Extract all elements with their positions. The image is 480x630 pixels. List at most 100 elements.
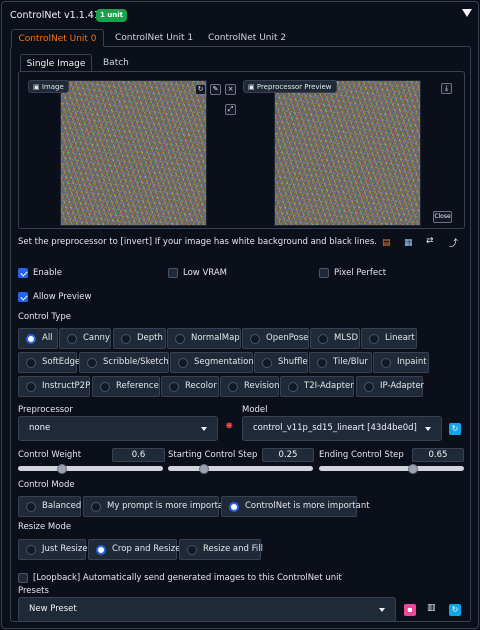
control-type-lineart[interactable]: Lineart: [361, 328, 417, 349]
radio-dot: [381, 358, 391, 368]
radio-label: Canny: [83, 333, 110, 343]
allow-preview-label: Allow Preview: [33, 292, 92, 302]
presets-value: New Preset: [29, 604, 77, 614]
control-type-openpose[interactable]: OpenPose: [242, 328, 309, 349]
control-type-revision[interactable]: Revision: [220, 376, 280, 397]
enable-label: Enable: [33, 268, 62, 278]
control-type-scribble[interactable]: Scribble/Sketch: [79, 352, 169, 373]
refresh-models-icon[interactable]: ↻: [449, 423, 461, 435]
control-type-inpaint[interactable]: Inpaint: [373, 352, 429, 373]
delete-preset-icon[interactable]: ▥: [427, 603, 436, 613]
preprocessor-select[interactable]: none: [18, 416, 218, 441]
control-type-recolor[interactable]: Recolor: [161, 376, 219, 397]
resize-mode-fill[interactable]: Resize and Fill: [179, 539, 263, 560]
tab-unit-1[interactable]: ControlNet Unit 1: [115, 29, 193, 47]
collapse-caret-icon[interactable]: [462, 9, 472, 17]
tab-unit-2[interactable]: ControlNet Unit 2: [208, 29, 286, 47]
radio-dot: [87, 358, 97, 368]
unit-count-badge: 1 unit: [96, 9, 127, 22]
control-type-mlsd[interactable]: MLSD: [310, 328, 360, 349]
loopback-label: [Loopback] Automatically send generated …: [33, 573, 342, 583]
run-preprocessor-icon[interactable]: ✸: [225, 421, 233, 432]
model-select[interactable]: control_v11p_sd15_lineart [43d4be0d]: [242, 416, 442, 441]
control-weight-slider[interactable]: [18, 466, 163, 471]
radio-label: OpenPose: [266, 333, 309, 343]
input-image[interactable]: [60, 80, 207, 226]
radio-label: Shuffle: [278, 357, 308, 367]
start-step-label: Starting Control Step: [168, 450, 258, 460]
control-mode-controlnet[interactable]: ControlNet is more important: [221, 496, 370, 517]
image-icon: ▣: [33, 83, 42, 91]
radio-dot: [318, 334, 328, 344]
control-type-instructp2p[interactable]: InstructP2P: [18, 376, 90, 397]
start-step-input[interactable]: 0.25: [262, 448, 314, 462]
control-weight-input[interactable]: 0.6: [112, 448, 165, 462]
brush-icon[interactable]: ✎: [210, 84, 221, 95]
tab-batch[interactable]: Batch: [103, 54, 129, 72]
end-step-slider[interactable]: [319, 466, 464, 471]
swap-icon[interactable]: ⤢: [225, 104, 236, 115]
preprocessor-preview-image: [274, 80, 421, 226]
download-icon[interactable]: ⤓: [441, 83, 452, 94]
control-type-all[interactable]: All: [18, 328, 58, 349]
enable-checkbox[interactable]: [18, 268, 28, 278]
preview-image-icon: ▣: [248, 83, 257, 91]
control-type-softedge[interactable]: SoftEdge: [18, 352, 80, 373]
control-type-shuffle[interactable]: Shuffle: [254, 352, 308, 373]
resize-mode-crop[interactable]: Crop and Resize: [88, 539, 181, 560]
camera-icon[interactable]: ▦: [404, 238, 413, 248]
radio-dot: [250, 334, 260, 344]
close-preview-button[interactable]: Close: [433, 211, 452, 223]
control-type-tile-blur[interactable]: Tile/Blur: [309, 352, 372, 373]
radio-dot: [178, 358, 188, 368]
loopback-checkbox[interactable]: [18, 573, 28, 583]
tab-unit-0[interactable]: ControlNet Unit 0: [11, 29, 104, 47]
radio-dot: [26, 334, 36, 344]
control-type-depth[interactable]: Depth: [113, 328, 166, 349]
radio-dot: [369, 334, 379, 344]
image-label: ▣ Image: [28, 80, 69, 93]
control-mode-prompt[interactable]: My prompt is more important: [83, 496, 232, 517]
preprocessor-value: none: [29, 423, 51, 433]
control-mode-label: Control Mode: [18, 480, 75, 490]
refresh-presets-icon[interactable]: ↻: [449, 604, 461, 616]
radio-dot: [26, 382, 36, 392]
radio-label: Tile/Blur: [333, 357, 368, 367]
chevron-down-icon: [379, 608, 385, 612]
preprocessor-label: Preprocessor: [18, 405, 73, 415]
radio-label: Recolor: [185, 381, 217, 391]
pixel-perfect-checkbox[interactable]: [319, 268, 329, 278]
control-weight-thumb[interactable]: [56, 464, 67, 474]
swap-dims-icon[interactable]: ⇄: [426, 236, 434, 246]
control-type-canny[interactable]: Canny: [59, 328, 111, 349]
radio-label: NormalMap: [191, 333, 240, 343]
invert-hint: Set the preprocessor to [invert] If your…: [18, 237, 377, 247]
control-type-ip-adapter[interactable]: IP-Adapter: [356, 376, 424, 397]
save-preset-icon[interactable]: ▪: [404, 604, 416, 616]
tab-single-image[interactable]: Single Image: [20, 54, 92, 72]
allow-preview-checkbox[interactable]: [18, 292, 28, 302]
start-step-slider[interactable]: [168, 466, 313, 471]
radio-label: Crop and Resize: [112, 544, 181, 554]
clear-icon[interactable]: ×: [225, 84, 236, 95]
radio-dot: [169, 382, 179, 392]
control-type-segmentation[interactable]: Segmentation: [170, 352, 254, 373]
radio-label: MLSD: [334, 333, 359, 343]
radio-dot: [229, 502, 239, 512]
document-icon[interactable]: ▤: [382, 238, 391, 248]
end-step-input[interactable]: 0.65: [412, 448, 464, 462]
radio-dot: [121, 334, 131, 344]
control-mode-balanced[interactable]: Balanced: [18, 496, 81, 517]
panel-title: ControlNet v1.1.410: [10, 10, 106, 21]
control-type-reference[interactable]: Reference: [92, 376, 160, 397]
control-type-normalmap[interactable]: NormalMap: [167, 328, 241, 349]
control-type-t2i-adapter[interactable]: T2I-Adapter: [280, 376, 354, 397]
rotate-icon[interactable]: ↻: [195, 84, 206, 95]
radio-label: Scribble/Sketch: [103, 357, 169, 367]
radio-dot: [317, 358, 327, 368]
radio-label: Resize and Fill: [203, 544, 263, 554]
resize-mode-just-resize[interactable]: Just Resize: [18, 539, 88, 560]
low-vram-checkbox[interactable]: [168, 268, 178, 278]
send-dims-icon[interactable]: ⤴: [449, 236, 458, 249]
presets-select[interactable]: New Preset: [18, 597, 396, 622]
